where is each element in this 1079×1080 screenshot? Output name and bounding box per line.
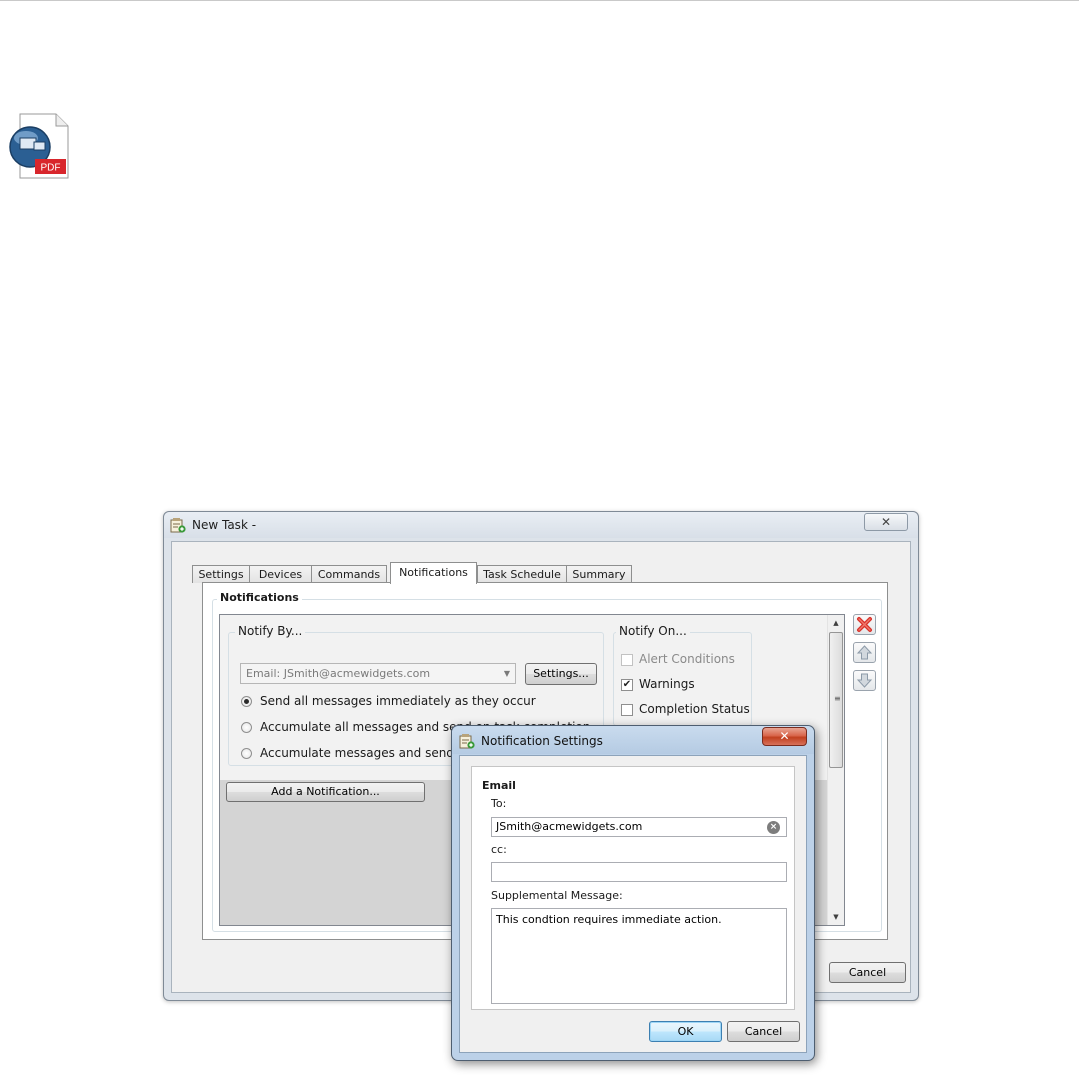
- tab-devices[interactable]: Devices: [249, 565, 312, 583]
- checkbox[interactable]: [621, 654, 633, 666]
- close-icon: ✕: [880, 515, 892, 529]
- checkbox-label: Completion Status: [639, 702, 750, 716]
- tab-notifications[interactable]: Notifications: [390, 562, 477, 584]
- notifications-group-title: Notifications: [217, 591, 302, 604]
- tab-settings[interactable]: Settings: [192, 565, 250, 583]
- pdf-badge-text: PDF: [41, 163, 61, 174]
- message-text: This condtion requires immediate action.: [496, 913, 722, 926]
- window-title: New Task -: [192, 518, 257, 532]
- arrow-down-icon: [856, 673, 873, 688]
- checkbox[interactable]: [621, 704, 633, 716]
- vertical-scrollbar[interactable]: ▲ ≡ ▼: [827, 615, 844, 925]
- delete-x-icon: [857, 617, 872, 632]
- supplemental-message-label: Supplemental Message:: [491, 889, 623, 902]
- notify-method-combo[interactable]: Email: JSmith@acmewidgets.com ▼: [240, 663, 516, 684]
- combo-value: Email: JSmith@acmewidgets.com: [246, 667, 431, 680]
- scrollbar-thumb[interactable]: ≡: [829, 632, 843, 768]
- checkbox-label: Warnings: [639, 677, 695, 691]
- to-label: To:: [491, 797, 507, 810]
- radio-button-checked[interactable]: [241, 696, 252, 707]
- checkbox-checked[interactable]: ✔: [621, 679, 633, 691]
- dialog-close-button[interactable]: ✕: [762, 727, 807, 746]
- to-input-value: JSmith@acmewidgets.com: [496, 820, 643, 833]
- task-app-icon: [170, 518, 186, 533]
- arrow-up-icon: [856, 645, 873, 660]
- dialog-cancel-button[interactable]: Cancel: [727, 1021, 800, 1042]
- cancel-button[interactable]: Cancel: [829, 962, 906, 983]
- radio-label: Send all messages immediately as they oc…: [260, 694, 536, 708]
- delete-notification-button[interactable]: [853, 614, 876, 635]
- radio-button[interactable]: [241, 722, 252, 733]
- supplemental-message-textarea[interactable]: This condtion requires immediate action.: [491, 908, 787, 1004]
- dialog-title-bar[interactable]: Notification Settings ✕: [452, 726, 814, 754]
- task-app-icon: [459, 734, 475, 749]
- email-settings-panel: Email To: JSmith@acmewidgets.com × cc: S…: [471, 766, 795, 1010]
- radio-button[interactable]: [241, 748, 252, 759]
- checkbox-label: Alert Conditions: [639, 652, 735, 666]
- move-up-button[interactable]: [853, 642, 876, 663]
- chevron-down-icon[interactable]: ▼: [504, 664, 510, 683]
- to-input[interactable]: JSmith@acmewidgets.com ×: [491, 817, 787, 837]
- settings-button[interactable]: Settings...: [525, 663, 597, 685]
- cc-label: cc:: [491, 843, 507, 856]
- email-section-title: Email: [482, 779, 516, 792]
- notify-by-title: Notify By...: [235, 624, 306, 638]
- title-bar[interactable]: New Task - ✕: [164, 512, 918, 538]
- add-notification-button[interactable]: Add a Notification...: [226, 782, 425, 802]
- grip-icon: ≡: [834, 694, 841, 703]
- top-divider: [0, 0, 1079, 1]
- clear-icon[interactable]: ×: [767, 821, 780, 834]
- dialog-client-area: Email To: JSmith@acmewidgets.com × cc: S…: [459, 755, 807, 1053]
- tab-commands[interactable]: Commands: [311, 565, 387, 583]
- scroll-up-arrow-icon[interactable]: ▲: [828, 615, 844, 631]
- pdf-document-icon[interactable]: PDF: [8, 112, 70, 180]
- window-close-button[interactable]: ✕: [864, 513, 908, 531]
- close-icon: ✕: [779, 729, 790, 743]
- notify-on-group: Notify On... Alert Conditions ✔ Warnings: [613, 624, 752, 726]
- notification-settings-dialog: Notification Settings ✕ Email To: JSmith…: [451, 725, 815, 1061]
- dialog-title: Notification Settings: [481, 734, 603, 748]
- move-down-button[interactable]: [853, 670, 876, 691]
- tab-summary[interactable]: Summary: [566, 565, 632, 583]
- ok-button[interactable]: OK: [649, 1021, 722, 1042]
- notify-on-title: Notify On...: [616, 624, 690, 638]
- scroll-down-arrow-icon[interactable]: ▼: [828, 909, 844, 925]
- cc-input[interactable]: [491, 862, 787, 882]
- tab-task-schedule[interactable]: Task Schedule: [477, 565, 567, 583]
